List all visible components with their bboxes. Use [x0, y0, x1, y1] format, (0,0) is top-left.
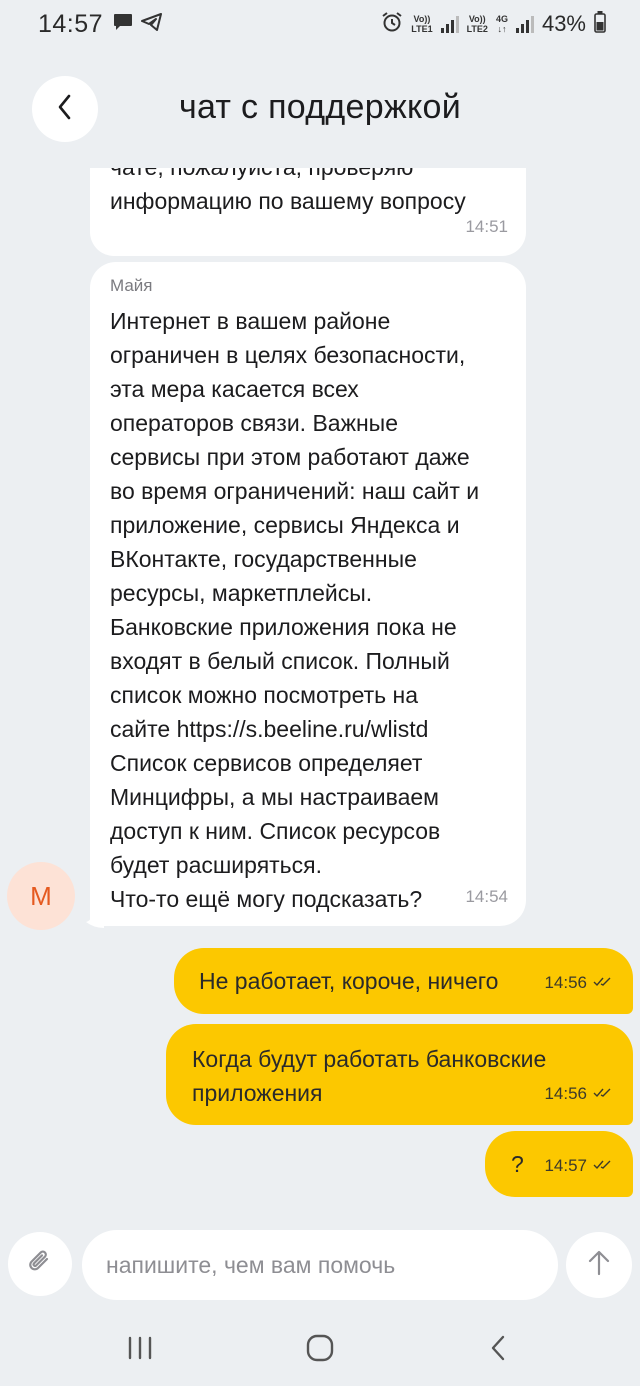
battery-percent: 43% — [541, 11, 586, 36]
system-nav-bar — [0, 1318, 640, 1382]
sim1-label-top: Vo)) — [413, 14, 431, 24]
message-text: чате, пожалуйста, проверяю информацию по… — [110, 168, 466, 214]
notification-icons — [113, 12, 163, 36]
sim1-label-bottom: LTE1 — [411, 24, 433, 34]
nav-back-button[interactable] — [458, 1318, 538, 1382]
message-time-text: 14:51 — [465, 217, 508, 236]
back-icon — [489, 1334, 507, 1367]
arrow-up-icon — [584, 1248, 614, 1283]
sender-name: Майя — [110, 276, 153, 295]
data-arrows-icon: ↓↑ — [497, 24, 507, 34]
sim2-label-top: Vo)) — [468, 14, 486, 24]
avatar: М — [7, 862, 75, 930]
message-composer — [0, 1230, 640, 1302]
message-bubble-outgoing[interactable]: ? 14:57 — [485, 1131, 633, 1197]
message-time: 14:57 — [544, 1149, 613, 1183]
message-time-text: 14:56 — [544, 1084, 587, 1103]
message-time: 14:56 — [544, 1077, 613, 1111]
sim1-indicator: Vo)) LTE1 — [411, 14, 432, 34]
message-time-text: 14:54 — [465, 887, 508, 906]
message-text: Интернет в вашем районе ограничен в целя… — [110, 308, 480, 912]
signal-icon — [440, 15, 459, 33]
avatar-letter: М — [30, 880, 52, 911]
message-time-text: 14:56 — [544, 973, 587, 992]
message-bubble-incoming[interactable]: Майя Интернет в вашем районе ограничен в… — [90, 262, 526, 926]
message-time: 14:54 — [465, 880, 508, 914]
chat-messages[interactable]: чате, пожалуйста, проверяю информацию по… — [0, 168, 640, 1213]
message-time-text: 14:57 — [544, 1156, 587, 1175]
paperclip-icon — [25, 1247, 55, 1282]
recents-button[interactable] — [100, 1318, 180, 1382]
message-time: 14:56 — [544, 966, 613, 1000]
chat-header: чат с поддержкой — [0, 68, 640, 158]
network-label: 4G — [495, 14, 508, 24]
message-bubble-outgoing[interactable]: Когда будут работать банковские приложен… — [166, 1024, 633, 1125]
bubble-tail — [86, 916, 104, 928]
double-check-icon — [593, 1149, 613, 1183]
home-icon — [306, 1334, 334, 1367]
signal-icon-2 — [515, 15, 534, 33]
double-check-icon — [593, 966, 613, 1000]
message-time: 14:51 — [465, 210, 508, 244]
battery-icon — [594, 10, 606, 38]
status-time: 14:57 — [38, 9, 104, 38]
send-button[interactable] — [566, 1232, 632, 1298]
system-indicators: Vo)) LTE1 Vo)) LTE2 4G ↓↑ 43% — [381, 10, 606, 38]
double-check-icon — [593, 1077, 613, 1111]
chat-icon — [113, 13, 133, 36]
sim2-indicator: Vo)) LTE2 — [467, 14, 488, 34]
home-button[interactable] — [280, 1318, 360, 1382]
message-bubble-outgoing[interactable]: Не работает, короче, ничего 14:56 — [174, 948, 633, 1014]
network-type: 4G ↓↑ — [496, 14, 508, 34]
status-bar: 14:57 Vo)) LTE1 Vo)) LTE2 4G ↓↑ 43% — [0, 0, 640, 48]
recents-icon — [127, 1336, 153, 1365]
message-bubble-incoming[interactable]: чате, пожалуйста, проверяю информацию по… — [90, 168, 526, 256]
alarm-icon — [381, 11, 403, 38]
attach-button[interactable] — [8, 1232, 72, 1296]
page-title: чат с поддержкой — [178, 88, 462, 126]
message-input[interactable] — [82, 1230, 558, 1300]
sim2-label-bottom: LTE2 — [466, 24, 488, 34]
telegram-icon — [141, 12, 163, 36]
